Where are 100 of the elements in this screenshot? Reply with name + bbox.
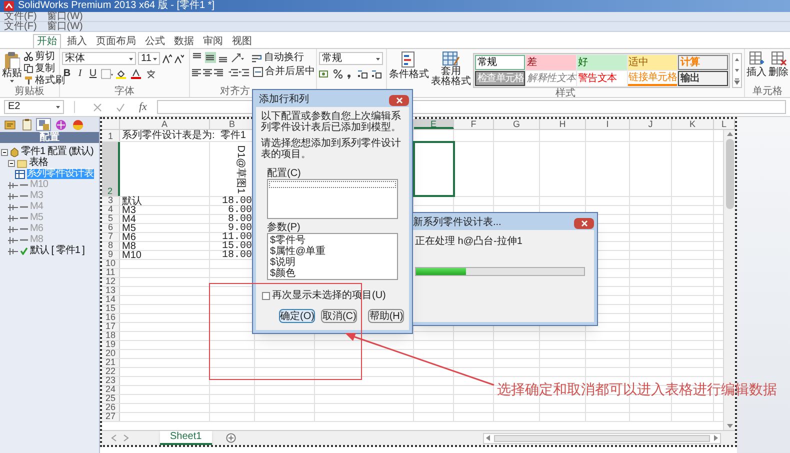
panel-tab[interactable] — [53, 118, 68, 131]
list-item[interactable]: $颜色 — [270, 268, 395, 279]
font-select[interactable]: 宋体 — [62, 52, 136, 65]
ribbon-tab[interactable]: 公式 — [142, 35, 168, 48]
column-header[interactable]: A — [120, 119, 210, 129]
copy-button[interactable]: 复制 — [24, 63, 65, 74]
scroll-down-arrow-icon[interactable] — [726, 422, 734, 430]
next-sheet-icon[interactable] — [122, 434, 130, 442]
size-select[interactable]: 11 — [138, 52, 160, 65]
increase-decimal-icon[interactable] — [357, 69, 368, 79]
row-header[interactable]: 20 — [102, 350, 120, 358]
panel-tab[interactable] — [2, 118, 17, 131]
list-item[interactable]: $说明 — [270, 257, 395, 268]
paste-button[interactable]: 粘贴 — [2, 51, 22, 86]
row-header[interactable]: 19 — [102, 341, 120, 349]
row-header[interactable]: 17 — [102, 323, 120, 331]
row-header[interactable]: 22 — [102, 368, 120, 376]
ribbon-tab[interactable]: 开始 — [33, 34, 61, 48]
column-header[interactable]: G — [494, 119, 540, 129]
dialog-button[interactable]: 取消(C) — [321, 309, 358, 323]
column-header[interactable]: I — [586, 119, 630, 129]
orientation-icon[interactable] — [231, 52, 244, 63]
scroll-right-arrow-icon[interactable] — [712, 434, 720, 442]
format-button[interactable]: I — [75, 68, 85, 79]
cell-style-swatch[interactable]: 差 — [526, 55, 576, 70]
row-header[interactable]: 4 — [102, 206, 120, 214]
wrap-text-button[interactable]: 自动换行 — [252, 52, 304, 63]
add-sheet-icon[interactable] — [226, 433, 236, 443]
row-header[interactable]: 2 — [102, 142, 120, 196]
conditional-format-button[interactable]: 条件格式 — [389, 51, 429, 80]
close-button[interactable] — [389, 94, 409, 106]
align-middle-icon[interactable] — [205, 52, 216, 63]
increase-indent-icon[interactable] — [239, 66, 249, 76]
parameters-list[interactable]: $零件号 $属性@单重 $说明 $颜色 — [267, 233, 398, 280]
horizontal-scrollbar[interactable] — [483, 432, 721, 444]
menu-item[interactable]: 窗口(W) — [46, 22, 83, 32]
function-button[interactable]: fx — [139, 101, 147, 113]
row-header[interactable]: 14 — [102, 296, 120, 304]
column-header[interactable]: E — [414, 119, 454, 129]
percent-icon[interactable] — [333, 69, 343, 79]
collapse-icon[interactable] — [1, 148, 8, 156]
ribbon-tab[interactable]: 视图 — [229, 35, 255, 48]
ribbon-tab[interactable]: 审阅 — [200, 35, 226, 48]
align-right-icon[interactable] — [214, 66, 224, 76]
shrink-font-icon[interactable] — [174, 54, 184, 64]
format-painter-button[interactable]: 格式刷 — [24, 75, 65, 86]
row-header[interactable]: 16 — [102, 314, 120, 322]
tree-item[interactable]: 默认 [ 零件1 ] — [30, 246, 84, 256]
phonetic-icon[interactable] — [146, 68, 158, 78]
ribbon-tab[interactable]: 插入 — [64, 35, 90, 48]
row-header[interactable]: 8 — [102, 242, 120, 250]
row-header[interactable]: 23 — [102, 377, 120, 385]
row-header[interactable]: 25 — [102, 395, 120, 403]
close-button[interactable] — [574, 218, 594, 228]
previous-sheet-icon[interactable] — [110, 434, 118, 442]
menu-item[interactable]: 文件(F) — [4, 12, 37, 22]
align-center-icon[interactable] — [203, 66, 213, 76]
cell-style-swatch[interactable]: 警告文本 — [576, 71, 627, 86]
cell-style-swatch[interactable]: 常规 — [475, 55, 526, 70]
menu-item[interactable]: 窗口(W) — [46, 12, 83, 22]
row-header[interactable]: 12 — [102, 278, 120, 286]
ribbon-tab[interactable]: 页面布局 — [93, 35, 139, 48]
sheet-tab[interactable]: Sheet1 — [160, 431, 212, 445]
cell-style-swatch[interactable]: 好 — [576, 55, 627, 70]
dialog-button[interactable]: 确定(O) — [279, 309, 316, 323]
format-as-table-button[interactable]: 套用 表格格式 — [431, 51, 472, 87]
panel-tab[interactable] — [70, 118, 85, 131]
row-header[interactable]: 15 — [102, 305, 120, 313]
grow-font-icon[interactable] — [162, 54, 172, 64]
tree-item[interactable]: 零件1 配置 (默认) — [21, 147, 94, 157]
row-header[interactable]: 9 — [102, 251, 120, 259]
fill-color-icon[interactable] — [116, 68, 128, 78]
ribbon-tab[interactable]: 数据 — [171, 35, 197, 48]
currency-icon[interactable] — [319, 69, 330, 79]
row-header[interactable]: 27 — [102, 413, 120, 421]
row-header[interactable]: 24 — [102, 386, 120, 394]
column-header[interactable]: L — [714, 119, 735, 129]
row-header[interactable]: 10 — [102, 260, 120, 268]
menu-item[interactable]: 文件(F) — [4, 22, 37, 32]
column-header[interactable]: K — [672, 119, 714, 129]
row-header[interactable]: 3 — [102, 197, 120, 205]
list-item[interactable]: $属性@单重 — [270, 246, 395, 257]
panel-tab[interactable] — [36, 118, 51, 131]
configurations-list[interactable] — [267, 179, 398, 219]
merge-center-button[interactable]: 合并后居中 — [253, 66, 315, 77]
row-header[interactable]: 13 — [102, 287, 120, 295]
tree-item[interactable]: 表格 — [29, 158, 48, 168]
scroll-left-arrow-icon[interactable] — [484, 434, 492, 442]
scroll-up-arrow-icon[interactable] — [726, 130, 734, 138]
column-header[interactable]: F — [454, 119, 494, 129]
delete-button[interactable]: 删除 — [768, 51, 789, 78]
cell-style-swatch[interactable]: 输出 — [678, 71, 728, 86]
collapse-icon[interactable] — [8, 160, 15, 166]
name-box[interactable]: E2 — [4, 100, 64, 114]
row-header[interactable]: 1 — [102, 130, 120, 141]
column-header[interactable]: J — [630, 119, 672, 129]
cell-style-swatch[interactable]: 解释性文本 — [526, 71, 576, 86]
column-header[interactable]: H — [540, 119, 586, 129]
row-header[interactable]: 5 — [102, 215, 120, 223]
insert-button[interactable]: 插入 — [746, 51, 767, 78]
